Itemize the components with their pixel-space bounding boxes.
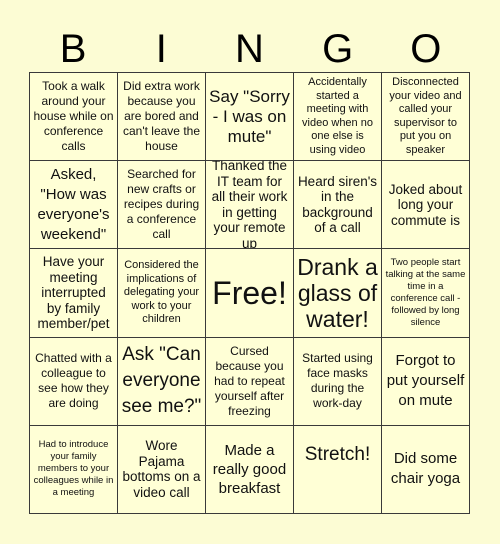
header-letter-n: N — [235, 27, 264, 71]
bingo-cell[interactable]: Have your meeting interrupted by family … — [30, 249, 117, 337]
bingo-cell[interactable]: Considered the implications of delegatin… — [118, 249, 205, 337]
cell-text: Stretch! — [304, 443, 371, 465]
cell-text: Asked, "How was everyone's weekend" — [37, 165, 110, 243]
cell-text: Thanked the IT team for all their work i… — [211, 161, 288, 249]
cell-text: Forgot to put yourself on mute — [386, 352, 465, 410]
bingo-cell[interactable]: Wore Pajama bottoms on a video call — [118, 425, 205, 513]
cell-text: Heard siren's in the background of a cal… — [297, 173, 378, 236]
cell-text: Drank a glass of water! — [297, 253, 378, 332]
bingo-cell[interactable]: Ask "Can everyone see me?" — [118, 337, 205, 425]
bingo-cell[interactable]: Joked about long your commute is — [382, 161, 469, 249]
header-letter-g: G — [322, 27, 354, 71]
bingo-cell[interactable]: Had to introduce your family members to … — [30, 425, 117, 513]
bingo-card-grid: Took a walk around your house while on c… — [29, 72, 470, 514]
cell-text: Cursed because you had to repeat yoursel… — [214, 343, 285, 418]
header-letter-o: O — [410, 27, 442, 71]
bingo-cell[interactable]: Did some chair yoga — [382, 425, 469, 513]
cell-text: Disconnected your video and called your … — [389, 76, 462, 156]
bingo-cell[interactable]: Heard siren's in the background of a cal… — [294, 161, 381, 249]
bingo-cell[interactable]: Cursed because you had to repeat yoursel… — [206, 337, 293, 425]
bingo-cell[interactable]: Chatted with a colleague to see how they… — [30, 337, 117, 425]
cell-text: Chatted with a colleague to see how they… — [35, 351, 112, 411]
header-letter-b: B — [59, 27, 87, 71]
cell-text: Searched for new crafts or recipes durin… — [123, 167, 200, 242]
bingo-cell[interactable]: Drank a glass of water! — [294, 249, 381, 337]
bingo-cell[interactable]: Say "Sorry - I was on mute" — [206, 73, 293, 161]
header-letter-i: I — [155, 27, 167, 71]
bingo-cell[interactable]: Thanked the IT team for all their work i… — [206, 161, 293, 249]
bingo-cell[interactable]: Stretch! — [294, 425, 381, 513]
cell-text: Made a really good breakfast — [212, 441, 287, 497]
cell-text: Did extra work because you are bored and… — [122, 79, 200, 154]
cell-text: Took a walk around your house while on c… — [33, 79, 114, 154]
bingo-cell[interactable]: Started using face masks during the work… — [294, 337, 381, 425]
bingo-cell[interactable]: Searched for new crafts or recipes durin… — [118, 161, 205, 249]
cell-text: Have your meeting interrupted by family … — [37, 254, 110, 332]
cell-text: Considered the implications of delegatin… — [123, 259, 200, 326]
cell-text: Say "Sorry - I was on mute" — [209, 86, 290, 146]
cell-text: Accidentally started a meeting with vide… — [302, 76, 373, 156]
bingo-cell[interactable]: Two people start talking at the same tim… — [382, 249, 469, 337]
cell-text: Did some chair yoga — [390, 450, 461, 488]
cell-text: Ask "Can everyone see me?" — [121, 344, 202, 418]
bingo-header: B I N G O — [29, 28, 470, 70]
cell-text: Wore Pajama bottoms on a video call — [122, 438, 201, 500]
bingo-cell[interactable]: Forgot to put yourself on mute — [382, 337, 469, 425]
bingo-cell[interactable]: Disconnected your video and called your … — [382, 73, 469, 161]
bingo-cell[interactable]: Accidentally started a meeting with vide… — [294, 73, 381, 161]
bingo-cell[interactable]: Asked, "How was everyone's weekend" — [30, 161, 117, 249]
bingo-cell[interactable]: Did extra work because you are bored and… — [118, 73, 205, 161]
cell-text: Had to introduce your family members to … — [33, 439, 114, 499]
bingo-cell[interactable]: Made a really good breakfast — [206, 425, 293, 513]
cell-text: Joked about long your commute is — [388, 181, 463, 228]
bingo-cell[interactable]: Took a walk around your house while on c… — [30, 73, 117, 161]
free-space-label: Free! — [212, 274, 287, 311]
free-space-cell[interactable]: Free! — [206, 249, 293, 337]
cell-text: Started using face masks during the work… — [302, 351, 373, 411]
cell-text: Two people start talking at the same tim… — [385, 256, 466, 328]
